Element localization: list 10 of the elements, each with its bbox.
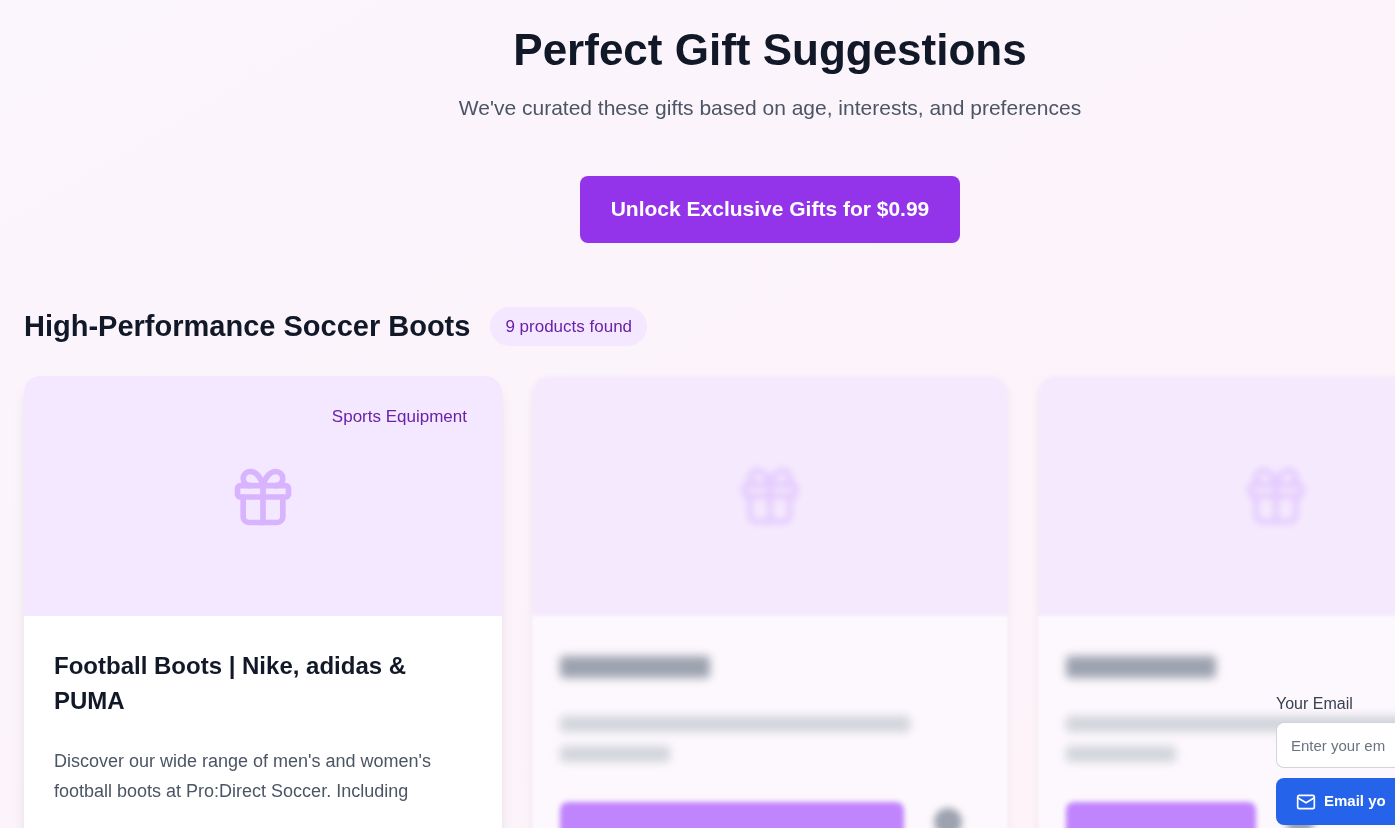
category-label: Sports Equipment [331, 406, 467, 428]
page-subtitle: We've curated these gifts based on age, interests, and preferences [458, 95, 1082, 121]
product-count-badge: 9 products found [490, 306, 648, 346]
unlock-button[interactable]: Unlock Exclusive Gifts for $0.99 [579, 175, 961, 243]
email-label: Your Email [1276, 694, 1354, 714]
email-field[interactable]: Enter your em [1276, 722, 1395, 768]
page-title: Perfect Gift Suggestions [513, 24, 1027, 76]
product-description: Discover our wide range of men's and women's football boots at Pro:Direct Soccer. Including [54, 750, 433, 803]
product-title: Football Boots | Nike, adidas & PUMA [54, 651, 408, 716]
section-title: High-Performance Soccer Boots [24, 308, 471, 344]
